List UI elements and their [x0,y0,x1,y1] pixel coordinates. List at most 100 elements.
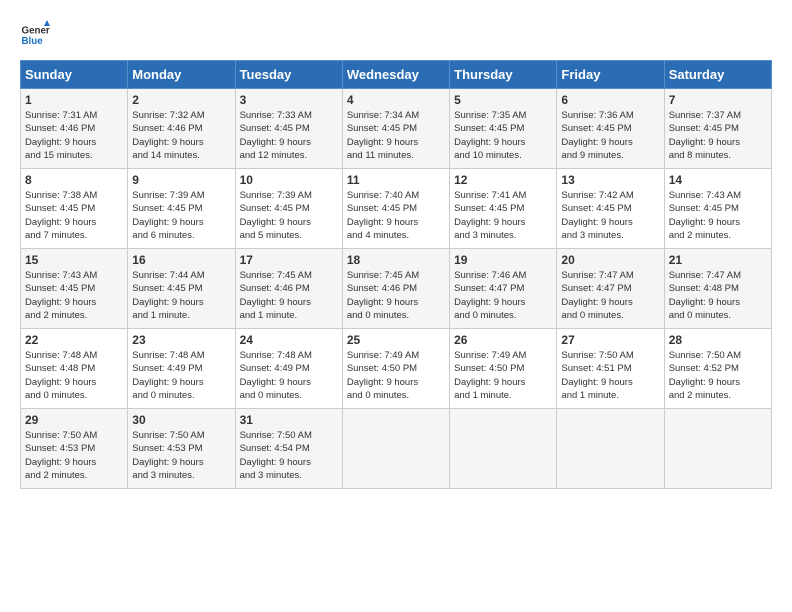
day-cell: 16 Sunrise: 7:44 AM Sunset: 4:45 PM Dayli… [128,249,235,329]
day-cell: 19 Sunrise: 7:46 AM Sunset: 4:47 PM Dayli… [450,249,557,329]
day-info: Sunrise: 7:49 AM Sunset: 4:50 PM Dayligh… [347,349,445,402]
week-row-1: 1 Sunrise: 7:31 AM Sunset: 4:46 PM Daylig… [21,89,772,169]
day-cell: 1 Sunrise: 7:31 AM Sunset: 4:46 PM Daylig… [21,89,128,169]
logo-icon: General Blue [20,20,50,50]
day-cell: 30 Sunrise: 7:50 AM Sunset: 4:53 PM Dayli… [128,409,235,489]
day-cell: 11Sunrise: 7:40 AM Sunset: 4:45 PM Dayli… [342,169,449,249]
day-number: 20 [561,253,659,267]
day-info: Sunrise: 7:47 AM Sunset: 4:47 PM Dayligh… [561,269,659,322]
day-number: 15 [25,253,123,267]
day-cell: 18Sunrise: 7:45 AM Sunset: 4:46 PM Dayli… [342,249,449,329]
day-info: Sunrise: 7:47 AM Sunset: 4:48 PM Dayligh… [669,269,767,322]
day-cell: 8 Sunrise: 7:38 AM Sunset: 4:45 PM Daylig… [21,169,128,249]
day-number: 24 [240,333,338,347]
day-number: 7 [669,93,767,107]
day-cell: 21 Sunrise: 7:47 AM Sunset: 4:48 PM Dayli… [664,249,771,329]
day-number: 30 [132,413,230,427]
week-row-4: 22Sunrise: 7:48 AM Sunset: 4:48 PM Dayli… [21,329,772,409]
day-info: Sunrise: 7:33 AM Sunset: 4:45 PM Dayligh… [240,109,338,162]
day-info: Sunrise: 7:39 AM Sunset: 4:45 PM Dayligh… [240,189,338,242]
day-cell: 31 Sunrise: 7:50 AM Sunset: 4:54 PM Dayli… [235,409,342,489]
day-info: Sunrise: 7:50 AM Sunset: 4:53 PM Dayligh… [25,429,123,482]
day-cell: 28 Sunrise: 7:50 AM Sunset: 4:52 PM Dayli… [664,329,771,409]
day-cell: 14Sunrise: 7:43 AM Sunset: 4:45 PM Dayli… [664,169,771,249]
day-cell: 7 Sunrise: 7:37 AM Sunset: 4:45 PM Daylig… [664,89,771,169]
svg-text:General: General [22,26,51,37]
day-cell: 20 Sunrise: 7:47 AM Sunset: 4:47 PM Dayli… [557,249,664,329]
day-info: Sunrise: 7:42 AM Sunset: 4:45 PM Dayligh… [561,189,659,242]
day-cell: 22Sunrise: 7:48 AM Sunset: 4:48 PM Dayli… [21,329,128,409]
day-number: 23 [132,333,230,347]
day-cell: 27 Sunrise: 7:50 AM Sunset: 4:51 PM Dayli… [557,329,664,409]
day-number: 21 [669,253,767,267]
day-info: Sunrise: 7:49 AM Sunset: 4:50 PM Dayligh… [454,349,552,402]
day-info: Sunrise: 7:46 AM Sunset: 4:47 PM Dayligh… [454,269,552,322]
day-info: Sunrise: 7:43 AM Sunset: 4:45 PM Dayligh… [25,269,123,322]
day-number: 12 [454,173,552,187]
calendar-table: SundayMondayTuesdayWednesdayThursdayFrid… [20,60,772,489]
day-cell [450,409,557,489]
day-number: 17 [240,253,338,267]
day-number: 2 [132,93,230,107]
day-cell: 23 Sunrise: 7:48 AM Sunset: 4:49 PM Dayli… [128,329,235,409]
day-number: 1 [25,93,123,107]
day-number: 9 [132,173,230,187]
header-cell-saturday: Saturday [664,61,771,89]
day-cell: 5 Sunrise: 7:35 AM Sunset: 4:45 PM Daylig… [450,89,557,169]
header-cell-wednesday: Wednesday [342,61,449,89]
day-cell: 6 Sunrise: 7:36 AM Sunset: 4:45 PM Daylig… [557,89,664,169]
day-info: Sunrise: 7:48 AM Sunset: 4:49 PM Dayligh… [132,349,230,402]
day-info: Sunrise: 7:40 AM Sunset: 4:45 PM Dayligh… [347,189,445,242]
header-cell-tuesday: Tuesday [235,61,342,89]
day-number: 18 [347,253,445,267]
day-cell: 29Sunrise: 7:50 AM Sunset: 4:53 PM Dayli… [21,409,128,489]
svg-text:Blue: Blue [22,36,44,47]
day-cell: 3 Sunrise: 7:33 AM Sunset: 4:45 PM Daylig… [235,89,342,169]
day-number: 6 [561,93,659,107]
day-number: 27 [561,333,659,347]
day-info: Sunrise: 7:31 AM Sunset: 4:46 PM Dayligh… [25,109,123,162]
day-info: Sunrise: 7:37 AM Sunset: 4:45 PM Dayligh… [669,109,767,162]
day-info: Sunrise: 7:50 AM Sunset: 4:51 PM Dayligh… [561,349,659,402]
day-number: 31 [240,413,338,427]
day-info: Sunrise: 7:50 AM Sunset: 4:54 PM Dayligh… [240,429,338,482]
day-number: 8 [25,173,123,187]
day-info: Sunrise: 7:35 AM Sunset: 4:45 PM Dayligh… [454,109,552,162]
week-row-2: 8 Sunrise: 7:38 AM Sunset: 4:45 PM Daylig… [21,169,772,249]
day-cell [664,409,771,489]
day-cell: 9Sunrise: 7:39 AM Sunset: 4:45 PM Daylig… [128,169,235,249]
day-cell: 12 Sunrise: 7:41 AM Sunset: 4:45 PM Dayli… [450,169,557,249]
day-info: Sunrise: 7:36 AM Sunset: 4:45 PM Dayligh… [561,109,659,162]
day-number: 25 [347,333,445,347]
day-number: 4 [347,93,445,107]
day-info: Sunrise: 7:45 AM Sunset: 4:46 PM Dayligh… [240,269,338,322]
day-cell: 4Sunrise: 7:34 AM Sunset: 4:45 PM Daylig… [342,89,449,169]
day-info: Sunrise: 7:41 AM Sunset: 4:45 PM Dayligh… [454,189,552,242]
header-cell-monday: Monday [128,61,235,89]
day-cell: 15 Sunrise: 7:43 AM Sunset: 4:45 PM Dayli… [21,249,128,329]
day-info: Sunrise: 7:48 AM Sunset: 4:48 PM Dayligh… [25,349,123,402]
day-info: Sunrise: 7:32 AM Sunset: 4:46 PM Dayligh… [132,109,230,162]
day-info: Sunrise: 7:50 AM Sunset: 4:53 PM Dayligh… [132,429,230,482]
page-header: General Blue [20,20,772,50]
day-number: 16 [132,253,230,267]
day-number: 5 [454,93,552,107]
header-cell-sunday: Sunday [21,61,128,89]
week-row-3: 15 Sunrise: 7:43 AM Sunset: 4:45 PM Dayli… [21,249,772,329]
day-cell: 26 Sunrise: 7:49 AM Sunset: 4:50 PM Dayli… [450,329,557,409]
day-info: Sunrise: 7:50 AM Sunset: 4:52 PM Dayligh… [669,349,767,402]
day-number: 28 [669,333,767,347]
day-cell: 10Sunrise: 7:39 AM Sunset: 4:45 PM Dayli… [235,169,342,249]
day-number: 26 [454,333,552,347]
day-cell [342,409,449,489]
day-cell [557,409,664,489]
week-row-5: 29Sunrise: 7:50 AM Sunset: 4:53 PM Dayli… [21,409,772,489]
header-cell-thursday: Thursday [450,61,557,89]
calendar-body: 1 Sunrise: 7:31 AM Sunset: 4:46 PM Daylig… [21,89,772,489]
day-number: 3 [240,93,338,107]
day-number: 19 [454,253,552,267]
day-cell: 24Sunrise: 7:48 AM Sunset: 4:49 PM Dayli… [235,329,342,409]
day-cell: 25 Sunrise: 7:49 AM Sunset: 4:50 PM Dayli… [342,329,449,409]
day-info: Sunrise: 7:38 AM Sunset: 4:45 PM Dayligh… [25,189,123,242]
day-info: Sunrise: 7:44 AM Sunset: 4:45 PM Dayligh… [132,269,230,322]
